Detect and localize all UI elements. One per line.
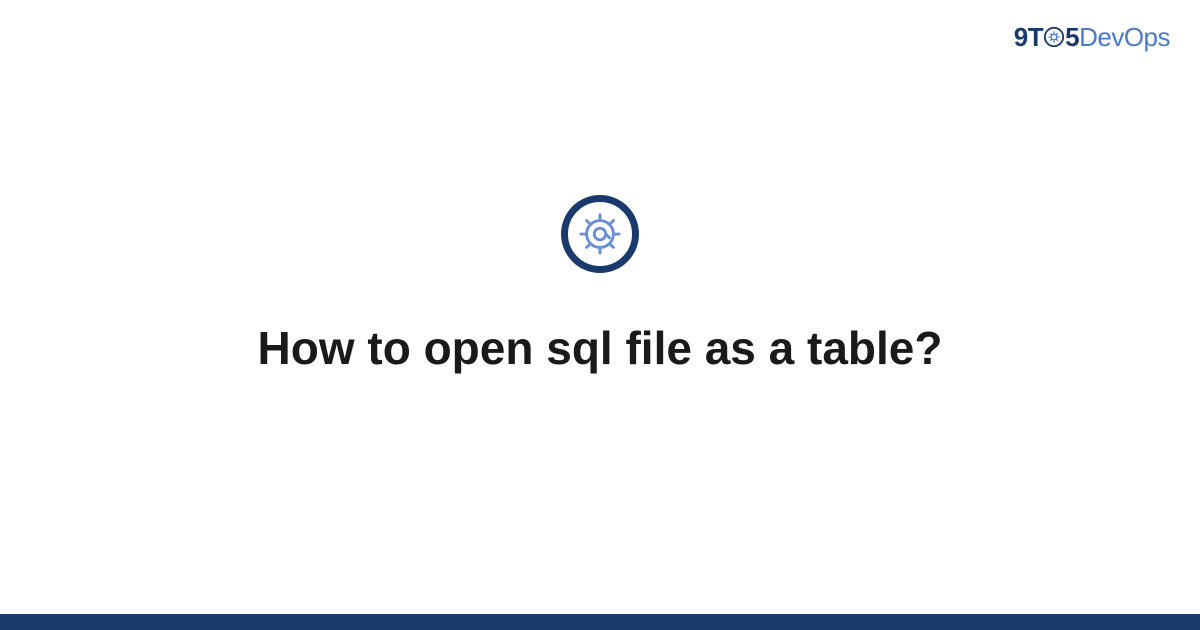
bottom-accent-bar <box>0 614 1200 630</box>
main-content: How to open sql file as a table? <box>0 0 1200 630</box>
gear-icon <box>577 211 623 257</box>
gear-icon-circle <box>561 195 639 273</box>
page-title: How to open sql file as a table? <box>218 321 983 375</box>
